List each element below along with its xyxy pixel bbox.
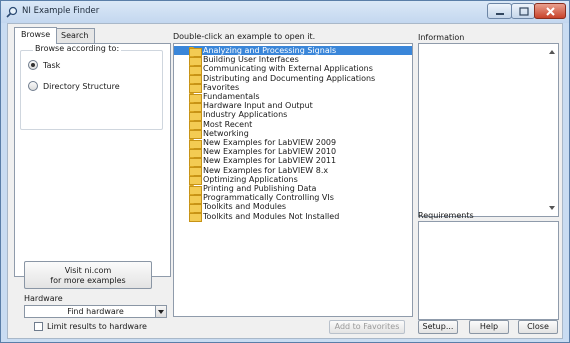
setup-button[interactable]: Setup...	[418, 320, 458, 334]
tree-item-label: Industry Applications	[203, 110, 288, 120]
example-tree[interactable]: Analyzing and Processing Signals Building…	[173, 43, 413, 317]
tree-item-label: Toolkits and Modules Not Installed	[203, 211, 340, 221]
visit-ni-button[interactable]: Visit ni.com for more examples	[24, 261, 152, 289]
tree-item-label: Most Recent	[203, 119, 253, 129]
close-button[interactable]: Close	[518, 320, 558, 334]
window-title: NI Example Finder	[22, 6, 100, 16]
folder-icon	[189, 193, 202, 204]
folder-icon	[189, 156, 202, 167]
tab-search[interactable]: Search	[54, 28, 96, 43]
tree-item-label: Favorites	[203, 82, 240, 92]
tree-item-label: Programmatically Controlling VIs	[203, 193, 334, 203]
information-pane[interactable]	[418, 43, 559, 217]
chevron-down-icon[interactable]	[155, 306, 166, 317]
client-area: Browse Search Browse according to: Task …	[7, 23, 563, 339]
tree-item-label: Hardware Input and Output	[203, 101, 313, 111]
folder-icon	[189, 212, 202, 223]
hardware-select-value: Find hardware	[67, 307, 124, 316]
folder-icon	[189, 175, 202, 186]
tree-item[interactable]: New Examples for LabVIEW 8.x	[189, 165, 329, 177]
close-window-button[interactable]	[534, 3, 566, 19]
tree-item[interactable]: Industry Applications	[189, 110, 288, 121]
folder-icon	[189, 110, 202, 121]
folder-icon	[189, 147, 202, 158]
folder-icon	[189, 184, 202, 195]
visit-line-1: Visit ni.com	[64, 266, 112, 275]
tree-item-label: New Examples for LabVIEW 8.x	[203, 165, 329, 175]
tab-browse[interactable]: Browse	[14, 27, 58, 44]
example-finder-window: NI Example Finder Browse Search Browse a…	[0, 0, 570, 343]
tree-item[interactable]: Optimizing Applications	[189, 174, 298, 186]
help-button[interactable]: Help	[469, 320, 509, 334]
tree-item-label: Fundamentals	[203, 92, 260, 101]
tree-item-label: Optimizing Applications	[203, 174, 298, 184]
tree-item[interactable]: Analyzing and Processing Signals	[174, 46, 412, 57]
radio-task-label: Task	[43, 60, 61, 70]
maximize-icon	[519, 7, 529, 16]
hardware-select[interactable]: Find hardware	[24, 305, 167, 318]
tree-item[interactable]: Programmatically Controlling VIs	[189, 193, 334, 204]
tree-item[interactable]: New Examples for LabVIEW 2009	[189, 138, 337, 149]
tree-item[interactable]: Hardware Input and Output	[189, 101, 313, 112]
tree-item[interactable]: New Examples for LabVIEW 2010	[189, 147, 337, 158]
tree-caption: Double-click an example to open it.	[173, 32, 316, 41]
browse-group-label: Browse according to:	[33, 44, 122, 53]
title-bar[interactable]: NI Example Finder	[1, 1, 569, 23]
tree-item[interactable]: New Examples for LabVIEW 2011	[189, 156, 337, 167]
tree-item-label: Communicating with External Applications	[203, 64, 373, 74]
tree-item[interactable]: Most Recent	[189, 119, 253, 131]
tree-item[interactable]: Toolkits and Modules Not Installed	[189, 211, 340, 223]
radio-directory-structure[interactable]: Directory Structure	[28, 81, 120, 91]
folder-icon	[189, 120, 202, 131]
requirements-label: Requirements	[418, 211, 474, 220]
add-to-favorites-button[interactable]: Add to Favorites	[329, 320, 405, 334]
tree-item-label: Analyzing and Processing Signals	[203, 46, 337, 55]
tree-item[interactable]: Fundamentals	[189, 92, 260, 103]
folder-icon	[189, 138, 202, 149]
requirements-pane[interactable]	[418, 221, 559, 320]
folder-icon	[189, 74, 202, 85]
tree-item-label: New Examples for LabVIEW 2009	[203, 138, 337, 147]
radio-task[interactable]: Task	[28, 60, 60, 70]
visit-line-2: for more examples	[50, 276, 126, 285]
radio-button[interactable]	[28, 81, 38, 91]
minimize-icon	[496, 13, 504, 15]
checkbox-box[interactable]	[34, 322, 43, 331]
limit-results-label: Limit results to hardware	[47, 322, 147, 331]
radio-directory-label: Directory Structure	[43, 81, 120, 91]
tree-item[interactable]: Favorites	[189, 82, 240, 94]
tree-item-label: Toolkits and Modules	[203, 202, 287, 212]
folder-icon	[189, 101, 202, 112]
tree-item[interactable]: Toolkits and Modules	[189, 202, 287, 213]
folder-icon	[189, 202, 202, 213]
search-magnifier-icon	[6, 6, 18, 18]
tree-item[interactable]: Communicating with External Applications	[189, 64, 373, 75]
folder-icon	[189, 83, 202, 94]
folder-icon	[189, 92, 202, 103]
folder-icon	[189, 46, 202, 57]
close-icon	[546, 7, 555, 16]
scroll-down-icon[interactable]	[549, 206, 555, 210]
tree-item[interactable]: Building User Interfaces	[189, 55, 299, 66]
tree-item[interactable]: Distributing and Documenting Application…	[189, 73, 376, 85]
folder-icon	[189, 129, 202, 140]
tree-item[interactable]: Printing and Publishing Data	[189, 184, 317, 195]
minimize-button[interactable]	[487, 3, 512, 19]
hardware-label: Hardware	[24, 294, 63, 303]
folder-icon	[189, 64, 202, 75]
information-label: Information	[418, 33, 465, 42]
tree-item[interactable]: Networking	[189, 128, 249, 140]
limit-results-checkbox[interactable]: Limit results to hardware	[34, 322, 147, 331]
maximize-button[interactable]	[511, 3, 535, 19]
radio-button-checked[interactable]	[28, 60, 38, 70]
tree-item-label: Building User Interfaces	[203, 55, 299, 65]
tree-item-label: New Examples for LabVIEW 2010	[203, 147, 337, 157]
folder-icon	[189, 55, 202, 66]
tree-item-label: Distributing and Documenting Application…	[203, 73, 376, 83]
folder-icon	[189, 166, 202, 177]
tree-item-label: Networking	[203, 128, 249, 138]
tree-item-label: Printing and Publishing Data	[203, 184, 317, 193]
tree-item-label: New Examples for LabVIEW 2011	[203, 156, 337, 166]
scroll-up-icon[interactable]	[549, 50, 555, 54]
